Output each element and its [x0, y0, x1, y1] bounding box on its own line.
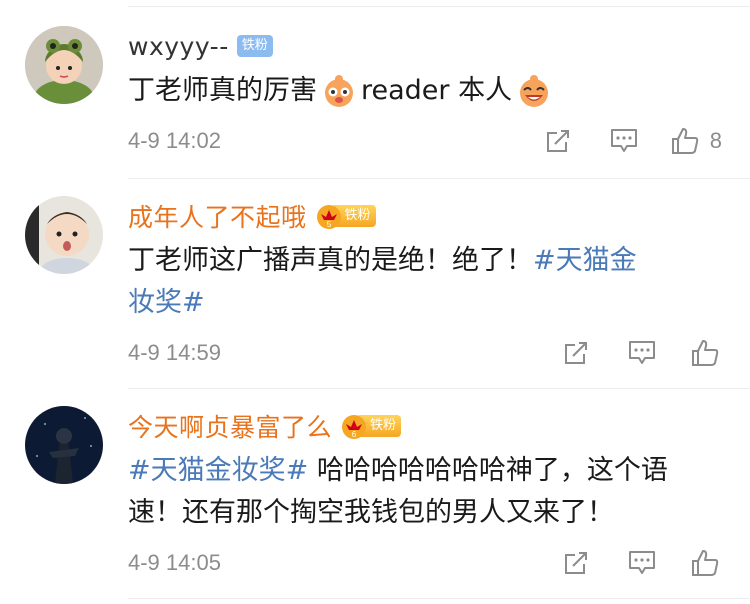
laughing-doge-icon	[516, 73, 552, 109]
comment-divider	[128, 598, 750, 599]
comment-icon	[610, 129, 637, 152]
like-button[interactable]	[688, 336, 722, 370]
name-row: 成年人了不起哦 5 铁粉	[128, 198, 376, 234]
avatar-image	[25, 26, 103, 104]
share-button[interactable]	[556, 336, 596, 370]
like-button[interactable]: 8	[670, 124, 722, 158]
comment-text-line2: 速！还有那个掏空我钱包的男人又来了！	[128, 497, 614, 528]
fan-level: 5	[326, 220, 331, 229]
user-avatar[interactable]	[25, 196, 103, 274]
comment-actions	[556, 336, 722, 370]
comment-button[interactable]	[622, 546, 662, 580]
username[interactable]: 成年人了不起哦	[128, 198, 307, 234]
avatar-image	[25, 196, 103, 274]
comment-text-part1: 丁老师真的厉害	[128, 75, 317, 106]
like-icon	[692, 340, 719, 366]
comment-button[interactable]	[604, 124, 644, 158]
like-icon	[671, 128, 698, 154]
comment-icon	[629, 551, 655, 574]
fan-badge[interactable]: 铁粉	[236, 34, 273, 58]
comment-text-part2: reader 本人	[361, 75, 513, 106]
share-icon	[565, 342, 587, 364]
like-icon	[692, 550, 719, 576]
comment-item-1: wxyyy-- 铁粉 丁老师真的厉害 reader 本人 4-9 14:02 8	[0, 0, 750, 176]
comment-icon	[629, 341, 655, 364]
crown-icon: 6	[342, 415, 367, 439]
hashtag-link[interactable]: #天猫金妆奖#	[128, 455, 308, 486]
comment-text: 丁老师这广播声真的是绝！绝了！#天猫金 妆奖#	[128, 240, 726, 324]
username[interactable]: wxyyy--	[128, 32, 229, 61]
fan-badge[interactable]: 6 铁粉	[340, 414, 402, 439]
crown-icon: 5	[316, 205, 341, 229]
name-row: 今天啊贞暴富了么 6 铁粉	[128, 408, 402, 444]
comment-text: #天猫金妆奖# 哈哈哈哈哈哈哈神了，这个语 速！还有那个掏空我钱包的男人又来了！	[128, 450, 726, 534]
comment-text: 丁老师真的厉害 reader 本人	[128, 70, 726, 112]
doge-face-icon	[321, 73, 357, 109]
user-avatar[interactable]	[25, 406, 103, 484]
comment-timestamp: 4-9 14:02	[128, 128, 221, 153]
user-avatar[interactable]	[25, 26, 103, 104]
fan-level: 6	[352, 430, 357, 439]
comment-text-line1: 丁老师这广播声真的是绝！绝了！	[128, 245, 533, 276]
share-icon	[546, 130, 569, 152]
fan-badge[interactable]: 5 铁粉	[315, 204, 376, 229]
comment-text-part1: 哈哈哈哈哈哈哈神了，这个语	[308, 455, 668, 486]
comment-actions	[556, 546, 722, 580]
comment-timestamp: 4-9 14:05	[128, 550, 221, 575]
like-button[interactable]	[688, 546, 722, 580]
comment-button[interactable]	[622, 336, 662, 370]
avatar-image	[25, 406, 103, 484]
share-button[interactable]	[556, 546, 596, 580]
fan-badge-label: 铁粉	[236, 35, 273, 57]
hashtag-link[interactable]: #天猫金	[533, 245, 637, 276]
hashtag-link-cont[interactable]: 妆奖#	[128, 287, 205, 318]
like-count: 8	[709, 128, 722, 153]
name-row: wxyyy-- 铁粉	[128, 28, 273, 64]
comment-item-2: 成年人了不起哦 5 铁粉 丁老师这广播声真的是绝！绝了！#天猫金 妆奖# 4-9…	[0, 178, 750, 388]
comment-item-3: 今天啊贞暴富了么 6 铁粉 #天猫金妆奖# 哈哈哈哈哈哈哈神了，这个语 速！还有…	[0, 388, 750, 604]
comment-timestamp: 4-9 14:59	[128, 340, 221, 365]
comment-actions: 8	[538, 124, 722, 158]
share-icon	[565, 552, 587, 574]
username[interactable]: 今天啊贞暴富了么	[128, 408, 332, 444]
share-button[interactable]	[538, 124, 578, 158]
